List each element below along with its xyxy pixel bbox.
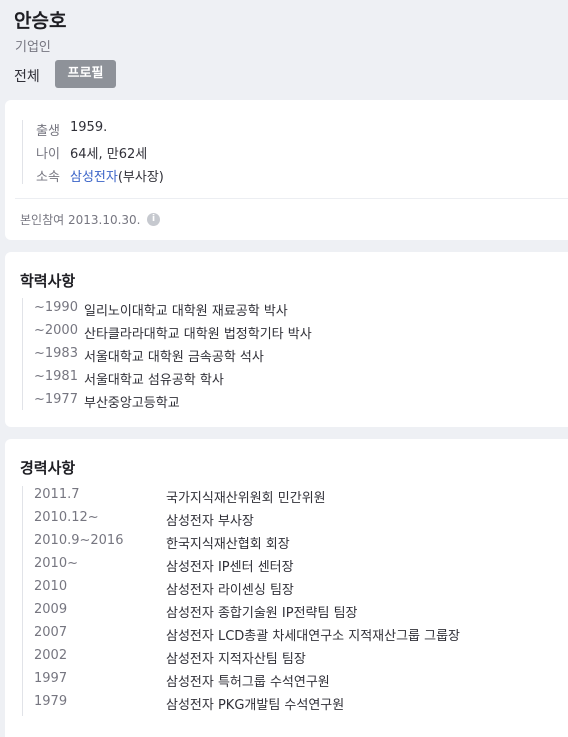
education-year: ~1983 [34,346,78,361]
education-year: ~1977 [34,392,78,407]
info-icon[interactable]: i [147,213,160,226]
birth-value: 1959. [70,120,108,135]
education-year: ~2000 [34,323,78,338]
tab-profile[interactable]: 프로필 [55,60,116,88]
career-card: 경력사항 2011.7 국가지식재산위원회 민간위원 2010.12~ 삼성전자… [5,439,568,737]
career-year: 2007 [34,625,68,640]
career-position: 국가지식재산위원회 민간위원 [166,491,326,506]
career-year: 2010~ [34,556,78,571]
education-school: 부산중앙고등학교 [84,396,180,411]
tab-all[interactable]: 전체 [14,66,40,86]
person-name: 안승호 [14,10,67,32]
career-position: 삼성전자 부사장 [166,514,254,529]
education-year: ~1990 [34,300,78,315]
education-card: 학력사항 ~1990 일리노이대학교 대학원 재료공학 박사 ~2000 산타클… [5,252,568,427]
birth-label: 출생 [36,124,60,139]
career-position: 삼성전자 라이센싱 팀장 [166,583,294,598]
education-school: 서울대학교 대학원 금속공학 석사 [84,350,264,365]
career-year: 2010.9~2016 [34,533,124,548]
education-school: 산타클라라대학교 대학원 법정학기타 박사 [84,327,312,342]
affiliation-value: 삼성전자(부사장) [70,166,164,185]
person-occupation: 기업인 [15,40,51,55]
career-year: 2010 [34,579,68,594]
basic-info-card: 출생 1959. 나이 64세, 만62세 소속 삼성전자(부사장) 본인참여 … [5,100,568,240]
education-bar [22,298,23,410]
career-year: 2002 [34,648,68,663]
career-title: 경력사항 [20,459,76,477]
career-year: 1997 [34,671,68,686]
career-position: 삼성전자 지적자산팀 팀장 [166,652,306,667]
age-label: 나이 [36,147,60,162]
career-position: 삼성전자 IP센터 센터장 [166,560,294,575]
career-position: 삼성전자 LCD총괄 차세대연구소 지적재산그룹 그룹장 [166,629,461,644]
verified-date: 본인참여 2013.10.30. [20,213,141,227]
affiliation-label: 소속 [36,170,60,185]
career-position: 삼성전자 종합기술원 IP전략팀 팀장 [166,606,358,621]
career-year: 1979 [34,694,68,709]
basic-info-bar [22,120,23,184]
profile-header: 안승호 기업인 전체 프로필 [0,0,568,92]
career-year: 2010.12~ [34,510,99,525]
education-school: 서울대학교 섬유공학 학사 [84,373,224,388]
career-year: 2009 [34,602,68,617]
affiliation-suffix: (부사장) [117,170,164,185]
career-position: 삼성전자 특허그룹 수석연구원 [166,675,330,690]
education-school: 일리노이대학교 대학원 재료공학 박사 [84,304,288,319]
career-bar [22,486,23,716]
divider [15,198,568,199]
age-value: 64세, 만62세 [70,147,148,162]
career-position: 한국지식재산협회 회장 [166,537,290,552]
education-title: 학력사항 [20,272,76,290]
career-position: 삼성전자 PKG개발팀 수석연구원 [166,698,345,713]
education-year: ~1981 [34,369,78,384]
career-year: 2011.7 [34,487,80,502]
affiliation-link[interactable]: 삼성전자 [70,170,118,185]
